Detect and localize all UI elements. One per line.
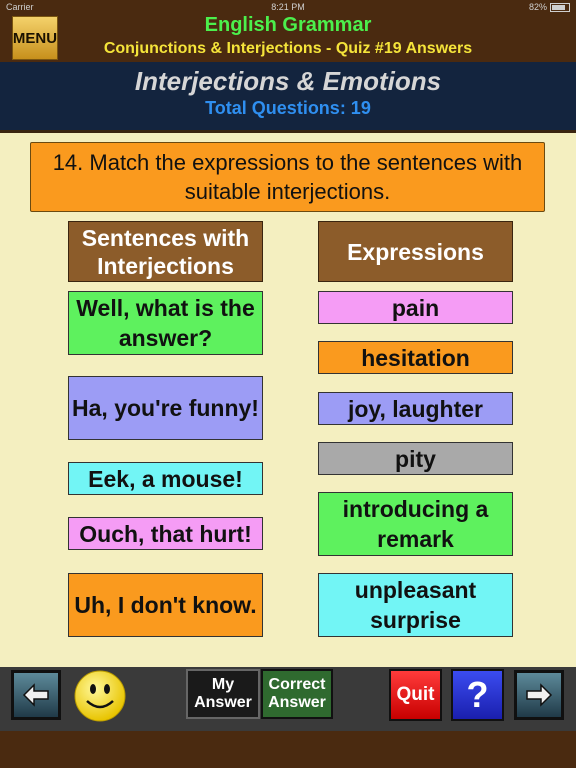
expression-item[interactable]: joy, laughter: [318, 392, 513, 425]
next-button[interactable]: [514, 670, 564, 720]
expressions-column-header: Expressions: [318, 221, 513, 282]
battery-percent: 82%: [528, 2, 547, 12]
previous-button[interactable]: [11, 670, 61, 720]
battery-icon: [550, 2, 570, 12]
my-answer-button[interactable]: My Answer: [186, 669, 260, 719]
sentence-item[interactable]: Eek, a mouse!: [68, 462, 263, 495]
status-bar: Carrier 8:21 PM 82%: [0, 0, 576, 14]
smiley-button[interactable]: [73, 669, 127, 723]
topic-band: Interjections & Emotions Total Questions…: [0, 62, 576, 130]
expression-item[interactable]: hesitation: [318, 341, 513, 374]
arrow-right-icon: [526, 683, 553, 707]
sentence-item[interactable]: Ouch, that hurt!: [68, 517, 263, 550]
expression-item[interactable]: pity: [318, 442, 513, 475]
app-title: English Grammar: [204, 14, 372, 36]
arrow-left-icon: [22, 683, 49, 707]
sentence-item[interactable]: Well, what is the answer?: [68, 291, 263, 355]
topic-title: Interjections & Emotions: [134, 66, 442, 96]
correct-answer-button[interactable]: Correct Answer: [261, 669, 333, 719]
app-header: MENU English Grammar Conjunctions & Inte…: [0, 14, 576, 62]
help-button[interactable]: ?: [451, 669, 504, 721]
expression-item[interactable]: pain: [318, 291, 513, 324]
quiz-content: 14. Match the expressions to the sentenc…: [0, 133, 576, 667]
sentences-column-header: Sentences with Interjections: [68, 221, 263, 282]
sentence-item[interactable]: Ha, you're funny!: [68, 376, 263, 440]
battery-indicator: 82%: [529, 2, 570, 12]
bottom-toolbar: My Answer Correct Answer Quit ?: [0, 667, 576, 731]
sentence-item[interactable]: Uh, I don't know.: [68, 573, 263, 637]
expression-item[interactable]: introducing a remark: [318, 492, 513, 556]
bottom-strip: [0, 731, 576, 768]
status-time: 8:21 PM: [271, 2, 305, 12]
quiz-title: Conjunctions & Interjections - Quiz #19 …: [103, 40, 473, 57]
question-text: 14. Match the expressions to the sentenc…: [30, 142, 545, 212]
total-questions: Total Questions: 19: [205, 98, 371, 118]
expression-item[interactable]: unpleasant surprise: [318, 573, 513, 637]
smiley-face-icon: [74, 670, 126, 722]
quit-button[interactable]: Quit: [389, 669, 442, 721]
